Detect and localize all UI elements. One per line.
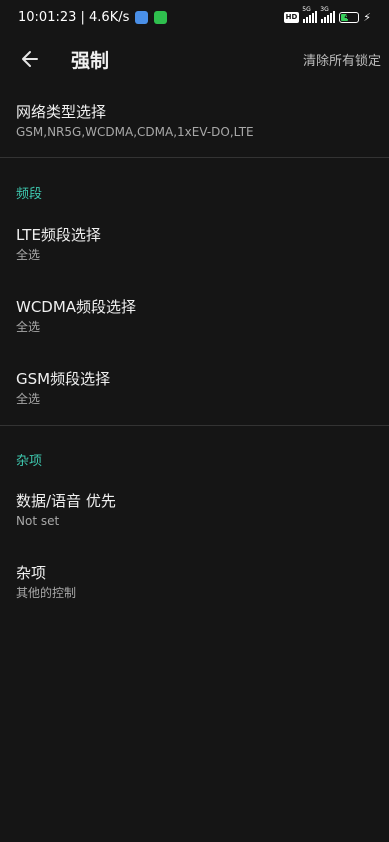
back-button[interactable] bbox=[10, 39, 50, 79]
lte-band-item[interactable]: LTE频段选择 全选 bbox=[16, 225, 373, 264]
data-voice-priority-title: 数据/语音 优先 bbox=[16, 492, 116, 510]
gsm-band-item[interactable]: GSM频段选择 全选 bbox=[16, 369, 373, 408]
network-type-title: 网络类型选择 bbox=[16, 103, 107, 121]
back-arrow-icon bbox=[22, 51, 38, 67]
network-type-item[interactable]: 网络类型选择 GSM,NR5G,WCDMA,CDMA,1xEV-DO,LTE bbox=[16, 102, 373, 141]
wcdma-band-summary: 全选 bbox=[16, 320, 41, 334]
app-notification-icon bbox=[135, 10, 149, 24]
hd-voice-icon: HD bbox=[283, 11, 300, 23]
sim1-signal-icon: 5G bbox=[302, 6, 318, 23]
status-bar-right: HD 5G 3G 41 ⚡ bbox=[283, 6, 371, 24]
category-bands: 频段 bbox=[16, 187, 43, 202]
gsm-band-title: GSM频段选择 bbox=[16, 370, 111, 388]
lte-band-title: LTE频段选择 bbox=[16, 226, 101, 244]
app-bar: 强制 清除所有锁定 bbox=[0, 38, 389, 80]
wechat-notification-icon bbox=[154, 10, 168, 24]
data-voice-priority-summary: Not set bbox=[16, 514, 60, 528]
battery-level: 41 bbox=[344, 13, 355, 21]
data-voice-priority-item[interactable]: 数据/语音 优先 Not set bbox=[16, 491, 373, 530]
wcdma-band-title: WCDMA频段选择 bbox=[16, 298, 137, 316]
status-bar: 10:01:23 | 4.6K/s HD 5G 3G 41 ⚡ bbox=[0, 0, 389, 34]
gsm-band-summary: 全选 bbox=[16, 392, 41, 406]
lte-band-summary: 全选 bbox=[16, 248, 41, 262]
misc-title: 杂项 bbox=[16, 564, 47, 582]
sim2-signal-icon: 3G bbox=[320, 6, 336, 23]
misc-summary: 其他的控制 bbox=[16, 586, 77, 600]
wcdma-band-item[interactable]: WCDMA频段选择 全选 bbox=[16, 297, 373, 336]
charging-icon: ⚡ bbox=[363, 10, 371, 24]
page-title: 强制 bbox=[71, 49, 110, 72]
clear-all-locks-button[interactable]: 清除所有锁定 bbox=[303, 50, 381, 69]
sim2-network-label: 3G bbox=[320, 6, 329, 13]
category-misc: 杂项 bbox=[16, 454, 43, 469]
divider bbox=[0, 157, 389, 158]
status-time-speed: 10:01:23 | 4.6K/s bbox=[18, 9, 130, 25]
misc-item[interactable]: 杂项 其他的控制 bbox=[16, 563, 373, 602]
sim1-network-label: 5G bbox=[302, 6, 311, 13]
battery-icon: 41 bbox=[339, 11, 360, 23]
status-bar-left: 10:01:23 | 4.6K/s bbox=[18, 9, 168, 25]
divider bbox=[0, 425, 389, 426]
network-type-summary: GSM,NR5G,WCDMA,CDMA,1xEV-DO,LTE bbox=[16, 125, 254, 139]
